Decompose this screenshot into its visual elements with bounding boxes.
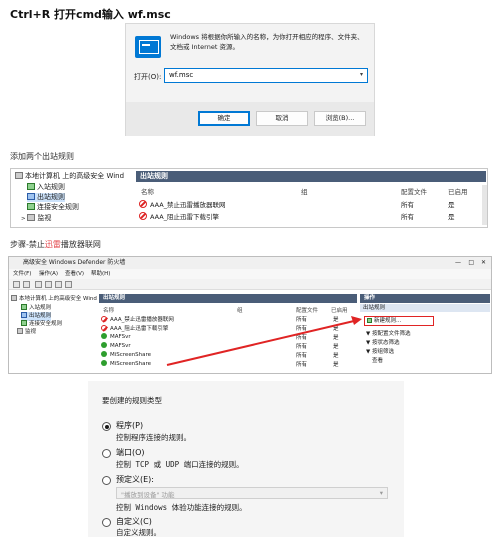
chevron-down-icon: ▾	[379, 489, 383, 497]
tree-item-inbound[interactable]: 入站规则	[27, 183, 65, 192]
run-dialog: Windows 将根据你所输入的名称，为你打开相应的程序、文件夹、文档或 Int…	[125, 23, 375, 136]
open-input-value: wf.msc	[169, 71, 194, 79]
run-icon	[135, 36, 161, 58]
red-arrow	[166, 316, 362, 366]
rule-type-heading: 要创建的规则类型	[102, 396, 162, 405]
open-label: 打开(O):	[134, 73, 162, 81]
row-profile: 所有	[401, 201, 414, 209]
radio-program[interactable]	[102, 422, 111, 431]
option-custom[interactable]: 自定义(C)	[116, 516, 152, 527]
predefined-combo: "播放到设备" 功能 ▾	[116, 487, 388, 499]
open-input[interactable]: wf.msc ▾	[164, 68, 368, 83]
scrollbar[interactable]	[482, 185, 487, 225]
tree-item-monitor[interactable]: > 监视	[21, 214, 51, 224]
column-profile[interactable]: 配置文件	[401, 186, 427, 196]
browse-button[interactable]: 浏览(B)...	[314, 111, 366, 126]
step3-caption: 步骤-禁止迅雷播放器联网	[10, 240, 101, 249]
option-predefined[interactable]: 预定义(E):	[116, 474, 154, 485]
run-message: Windows 将根据你所输入的名称，为你打开相应的程序、文件夹、文档或 Int…	[170, 33, 364, 51]
monitor-icon	[27, 214, 36, 221]
chevron-down-icon[interactable]: ▾	[360, 71, 363, 78]
tree-root[interactable]: 本地计算机 上的高级安全 Wind	[15, 172, 124, 181]
computer-icon	[15, 172, 23, 179]
option-program[interactable]: 程序(P)	[116, 420, 143, 431]
run-button-bar: 确定 取消 浏览(B)...	[126, 102, 374, 136]
block-icon	[139, 212, 147, 220]
ok-button[interactable]: 确定	[198, 111, 250, 126]
block-icon	[139, 200, 147, 208]
row-profile: 所有	[401, 213, 414, 221]
highlight-keyword: 迅雷	[44, 240, 61, 249]
row-enabled: 是	[448, 201, 455, 209]
tree-item-outbound[interactable]: 出站规则	[27, 193, 65, 202]
shield-icon	[27, 203, 35, 210]
option-program-desc: 控制程序连接的规则。	[116, 433, 191, 442]
row-enabled: 是	[448, 213, 455, 221]
rules-icon	[27, 183, 35, 190]
panel-title: 出站规则	[136, 171, 486, 182]
option-custom-desc: 自定义规则。	[116, 528, 161, 537]
tree-item-connection[interactable]: 连接安全规则	[27, 203, 79, 212]
option-predefined-desc: 控制 Windows 体验功能连接的规则。	[116, 503, 247, 512]
firewall-outbound-panel: 本地计算机 上的高级安全 Wind 入站规则 出站规则 连接安全规则 > 监视 …	[10, 168, 488, 228]
step2-caption: 添加两个出站规则	[10, 152, 74, 161]
column-enabled[interactable]: 已启用	[448, 186, 468, 196]
table-row[interactable]: AAA_阻止迅雷下载引擎	[139, 211, 219, 221]
rules-icon	[27, 193, 35, 200]
column-name[interactable]: 名称	[141, 186, 154, 196]
step1-heading: Ctrl+R 打开cmd输入 wf.msc	[10, 8, 171, 21]
firewall-window: 高级安全 Windows Defender 防火墙 — □ ✕ 文件(F) 操作…	[8, 256, 492, 374]
radio-custom[interactable]	[102, 518, 111, 527]
option-port-desc: 控制 TCP 或 UDP 端口连接的规则。	[116, 460, 244, 469]
cancel-button[interactable]: 取消	[256, 111, 308, 126]
column-group[interactable]: 组	[301, 186, 308, 196]
radio-port[interactable]	[102, 449, 111, 458]
option-port[interactable]: 端口(O)	[116, 447, 145, 458]
table-row[interactable]: AAA_禁止迅雷播放器联网	[139, 199, 225, 209]
rule-type-dialog: 要创建的规则类型 程序(P) 控制程序连接的规则。 端口(O) 控制 TCP 或…	[88, 381, 404, 537]
radio-predefined[interactable]	[102, 476, 111, 485]
